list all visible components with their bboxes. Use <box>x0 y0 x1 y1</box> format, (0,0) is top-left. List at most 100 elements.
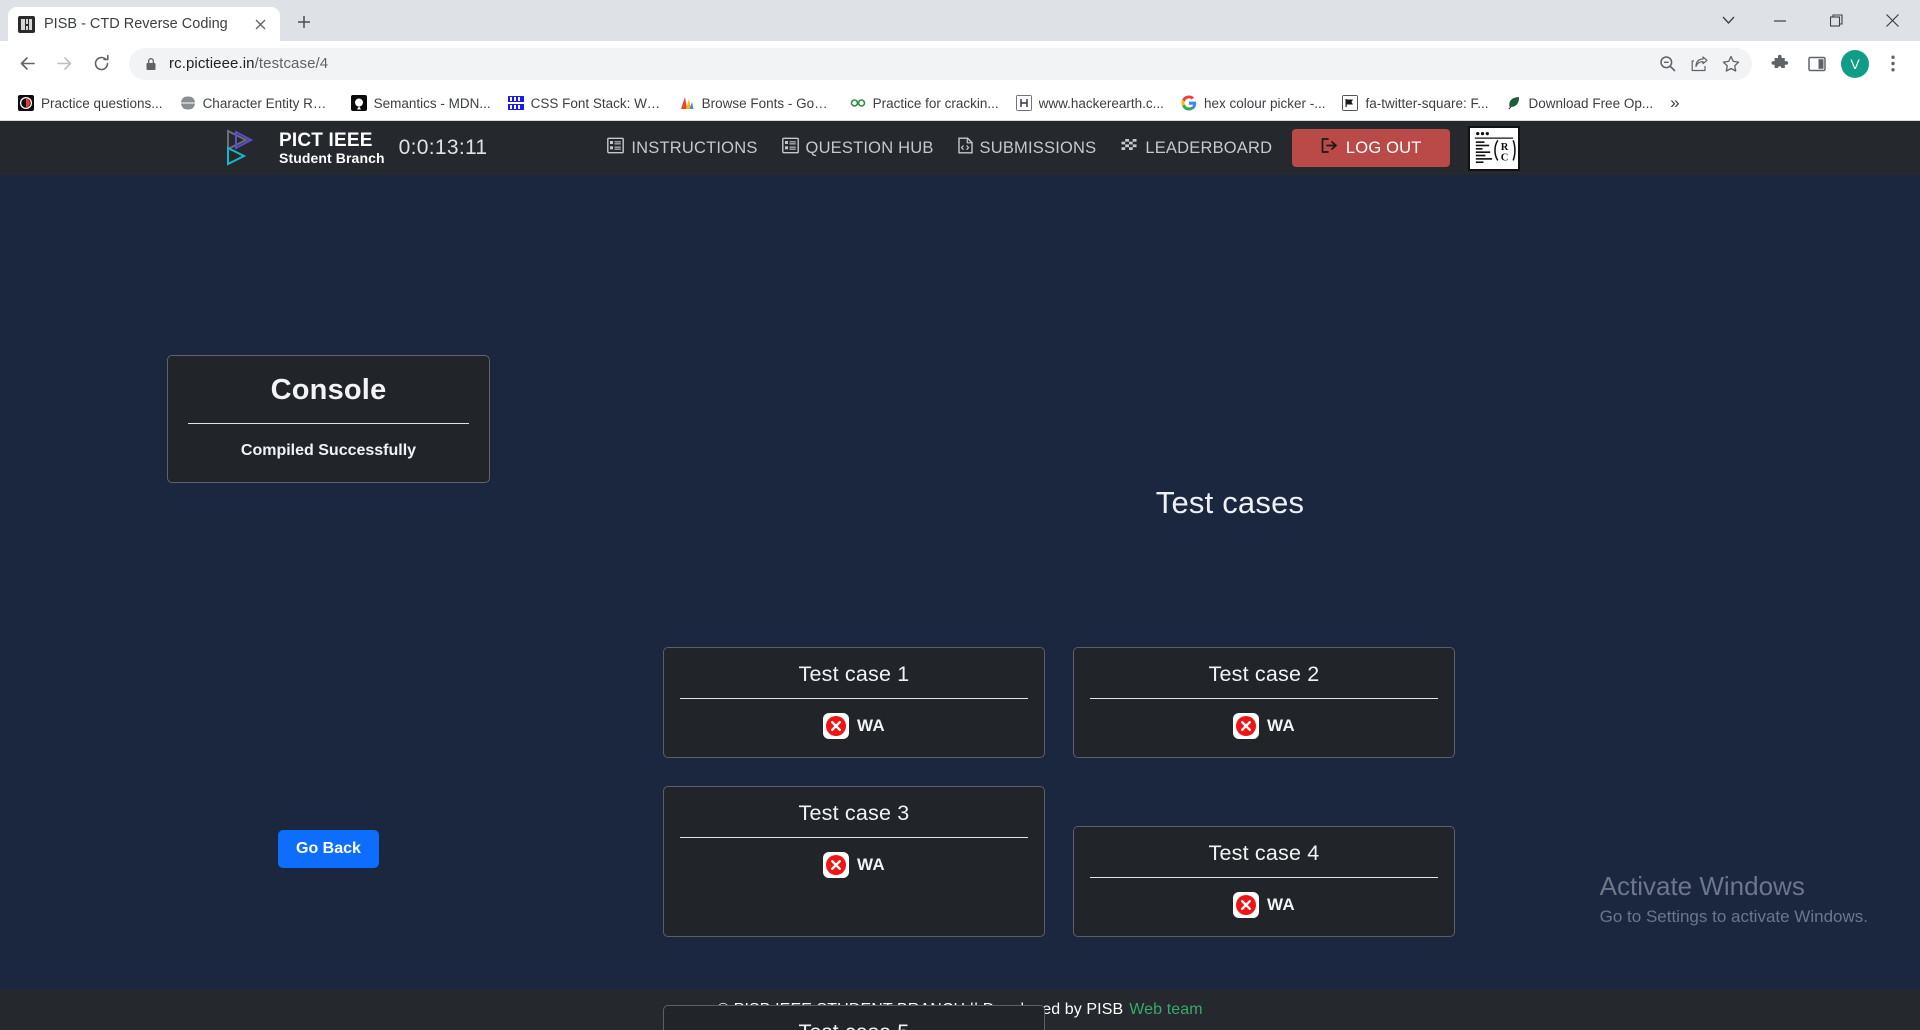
testcase-status: WA <box>1090 713 1438 739</box>
svg-text:R: R <box>1501 141 1509 152</box>
browser-tab[interactable]: PISB - CTD Reverse Coding <box>8 7 280 41</box>
divider <box>1090 698 1438 699</box>
bookmark-item[interactable]: Download Free Op... <box>1498 90 1662 116</box>
extensions-puzzle-icon[interactable] <box>1763 47 1797 81</box>
omnibox-actions <box>1652 49 1746 79</box>
testcase-status: WA <box>680 852 1028 878</box>
pict-ieee-logo <box>224 129 266 167</box>
nav-item-leaderboard[interactable]: LEADERBOARD <box>1120 137 1272 159</box>
console-title: Console <box>270 374 387 406</box>
address-bar[interactable]: rc.pictieee.in/testcase/4 <box>129 47 1752 80</box>
leaf-icon <box>1506 95 1522 111</box>
svg-text:C: C <box>1501 152 1509 163</box>
browser-window: PISB - CTD Reverse Coding rc.pictieee.in… <box>0 0 1920 1030</box>
side-panel-icon[interactable] <box>1800 47 1834 81</box>
reverse-coding-logo[interactable]: R C <box>1468 125 1521 171</box>
bookmark-item[interactable]: Practice for crackin... <box>842 90 1007 116</box>
divider <box>680 837 1028 838</box>
status-badge: WA <box>1267 895 1295 914</box>
avatar[interactable]: V <box>1841 49 1869 78</box>
error-x-icon <box>823 713 849 739</box>
minimize-icon[interactable] <box>1752 0 1808 41</box>
lock-icon[interactable] <box>145 57 157 71</box>
tab-title: PISB - CTD Reverse Coding <box>44 16 228 32</box>
error-x-icon <box>1233 713 1259 739</box>
testcase-card[interactable]: Test case 3 WA <box>663 786 1045 937</box>
testcase-card[interactable]: Test case 5 WA <box>663 1005 1045 1030</box>
reload-icon[interactable] <box>84 47 118 81</box>
testcase-card[interactable]: Test case 1 WA <box>663 647 1045 758</box>
status-badge: WA <box>857 855 885 874</box>
close-icon[interactable] <box>250 14 270 34</box>
bookmarks-bar: Practice questions... Character Entity R… <box>0 86 1920 121</box>
bookmark-label: Character Entity Ref... <box>202 95 334 111</box>
zoom-out-icon[interactable] <box>1652 49 1682 79</box>
bookmark-label: Practice for crackin... <box>872 95 999 111</box>
nav-links: INSTRUCTIONS QUESTION HUB SUBMISSIONS LE… <box>607 137 1272 159</box>
brand-line1: PICT IEEE <box>279 130 373 152</box>
go-back-button[interactable]: Go Back <box>278 830 379 868</box>
bookmark-item[interactable]: CSS Font Stack: We... <box>500 90 670 116</box>
bookmark-item[interactable]: Character Entity Ref... <box>172 90 342 116</box>
new-tab-button[interactable] <box>287 5 321 39</box>
testcases-grid: Test case 1 WA Test case 2 WA Test case … <box>663 647 1863 1030</box>
nav-label: QUESTION HUB <box>805 138 934 157</box>
bookmark-label: Browse Fonts - Goo... <box>701 95 833 111</box>
list-document-icon <box>607 137 625 159</box>
bookmark-label: CSS Font Stack: We... <box>530 95 662 111</box>
bookmark-star-icon[interactable] <box>1716 49 1746 79</box>
bookmark-item[interactable]: Practice questions... <box>10 90 171 116</box>
google-fonts-icon <box>679 95 695 111</box>
close-window-icon[interactable] <box>1864 0 1920 41</box>
console-panel: Console Compiled Successfully <box>167 355 490 483</box>
logout-button[interactable]: LOG OUT <box>1292 129 1451 167</box>
brand[interactable]: PICT IEEE Student Branch <box>224 129 385 167</box>
checkered-flag-icon <box>1120 137 1138 159</box>
back-icon[interactable] <box>10 47 44 81</box>
status-badge: WA <box>857 716 885 735</box>
url-text: rc.pictieee.in/testcase/4 <box>169 55 1640 72</box>
nav-label: LEADERBOARD <box>1145 138 1273 157</box>
mdn-icon <box>350 95 367 111</box>
status-badge: WA <box>1267 716 1295 735</box>
logout-label: LOG OUT <box>1345 138 1422 157</box>
window-controls <box>1704 0 1920 41</box>
bookmark-item[interactable]: Semantics - MDN... <box>343 90 499 116</box>
pisb-favicon <box>18 15 35 33</box>
bookmark-item[interactable]: hex colour picker -... <box>1173 90 1334 116</box>
geeksforgeeks-icon <box>850 95 866 111</box>
url-path: /testcase/4 <box>254 55 329 72</box>
forward-icon <box>47 47 81 81</box>
browser-toolbar: rc.pictieee.in/testcase/4 V <box>0 41 1920 86</box>
bookmarks-overflow-button[interactable]: » <box>1662 93 1687 113</box>
bookmark-label: www.hackerearth.c... <box>1038 95 1164 111</box>
nav-item-instructions[interactable]: INSTRUCTIONS <box>607 137 757 159</box>
sign-out-icon <box>1321 138 1338 158</box>
bookmark-label: hex colour picker -... <box>1203 95 1326 111</box>
share-icon[interactable] <box>1684 49 1714 79</box>
bookmark-label: Practice questions... <box>41 95 163 111</box>
testcase-title: Test case 2 <box>1208 662 1320 686</box>
error-x-icon <box>1233 892 1259 918</box>
globe-icon <box>179 95 196 111</box>
restore-icon[interactable] <box>1808 0 1864 41</box>
testcase-card[interactable]: Test case 4 WA <box>1073 826 1455 937</box>
page-content: Console Compiled Successfully Go Back Te… <box>0 175 1920 1030</box>
bookmark-item[interactable]: www.hackerearth.c... <box>1008 90 1172 116</box>
testcase-status: WA <box>680 713 1028 739</box>
brand-text: PICT IEEE Student Branch <box>279 131 385 165</box>
testcase-title: Test case 3 <box>798 801 910 825</box>
testcase-title: Test case 1 <box>798 662 910 686</box>
testcase-card[interactable]: Test case 2 WA <box>1073 647 1455 758</box>
bookmark-item[interactable]: Browse Fonts - Goo... <box>671 90 841 116</box>
browser-menu-icon[interactable] <box>1876 47 1910 81</box>
tab-search-icon[interactable] <box>1704 0 1752 41</box>
nav-item-question-hub[interactable]: QUESTION HUB <box>781 137 934 159</box>
testcase-title: Test case 5 <box>680 1020 1028 1030</box>
list-document-icon <box>781 137 799 159</box>
nav-item-submissions[interactable]: SUBMISSIONS <box>957 137 1097 159</box>
url-host: rc.pictieee.in <box>169 55 255 72</box>
divider <box>680 698 1028 699</box>
bookmark-item[interactable]: fa-twitter-square: F... <box>1334 90 1496 116</box>
google-icon <box>1181 95 1197 111</box>
